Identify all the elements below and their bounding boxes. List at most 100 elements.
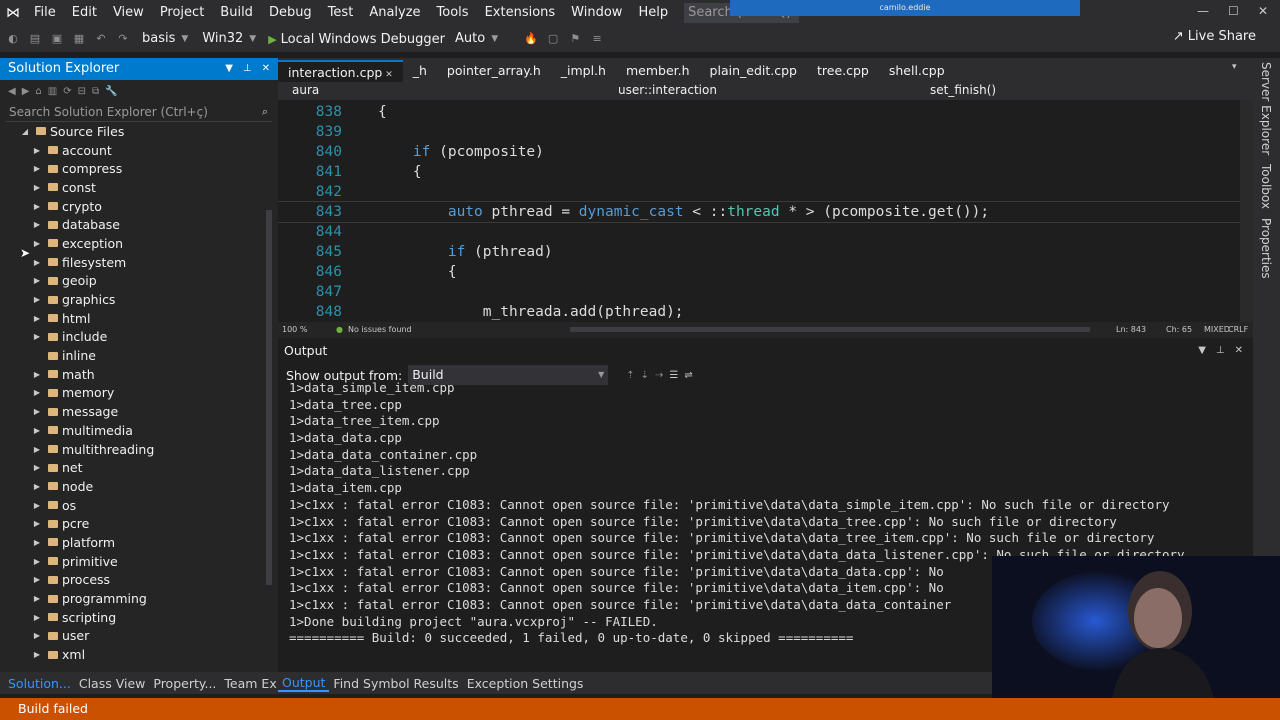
bottom-tab[interactable]: Property... bbox=[149, 676, 220, 691]
nav-member[interactable]: set_finish() bbox=[930, 83, 996, 97]
tree-folder-html[interactable]: ▶ html bbox=[0, 309, 264, 328]
editor-tab[interactable]: pointer_array.h bbox=[437, 60, 551, 82]
tree-folder-include[interactable]: ▶ include bbox=[0, 328, 264, 347]
editor-tab[interactable]: _h bbox=[403, 60, 437, 82]
clear-all-icon[interactable]: ☰ bbox=[669, 370, 678, 381]
menu-item-help[interactable]: Help bbox=[630, 0, 676, 26]
zoom-level[interactable]: 100 % bbox=[282, 325, 307, 334]
collapse-arrow-icon[interactable]: ◢ bbox=[20, 127, 30, 136]
editor-tab[interactable]: tree.cpp bbox=[807, 60, 879, 82]
expand-arrow-icon[interactable]: ▶ bbox=[32, 650, 42, 659]
sync-icon[interactable]: ⟳ bbox=[63, 86, 71, 97]
prev-message-icon[interactable]: ⇣ bbox=[641, 370, 649, 381]
bottom-tab[interactable]: Output bbox=[278, 675, 330, 692]
code-line[interactable]: 840 if (pcomposite) bbox=[278, 142, 1240, 162]
new-item-icon[interactable]: ▤ bbox=[26, 30, 44, 48]
tree-folder-programming[interactable]: ▶ programming bbox=[0, 589, 264, 608]
tree-folder-user[interactable]: ▶ user bbox=[0, 627, 264, 646]
nav-project[interactable]: aura bbox=[292, 83, 319, 97]
bookmark-icon[interactable]: ⚑ bbox=[566, 30, 584, 48]
close-panel-icon[interactable]: ✕ bbox=[1235, 342, 1243, 360]
tree-folder-scripting[interactable]: ▶ scripting bbox=[0, 608, 264, 627]
expand-arrow-icon[interactable]: ▶ bbox=[32, 388, 42, 397]
properties-icon[interactable]: 🔧 bbox=[105, 86, 117, 97]
tree-folder-filesystem[interactable]: ▶ filesystem bbox=[0, 253, 264, 272]
expand-arrow-icon[interactable]: ▶ bbox=[32, 314, 42, 323]
screenshot-icon[interactable]: ▢ bbox=[544, 30, 562, 48]
code-line[interactable]: 843 auto pthread = dynamic_cast < ::thre… bbox=[278, 201, 1240, 223]
platform-select[interactable]: Win32 ▼ bbox=[198, 29, 260, 49]
expand-arrow-icon[interactable]: ▶ bbox=[32, 463, 42, 472]
switch-views-icon[interactable]: ▥ bbox=[48, 86, 57, 97]
menu-item-extensions[interactable]: Extensions bbox=[477, 0, 564, 26]
tree-folder-platform[interactable]: ▶ platform bbox=[0, 533, 264, 552]
pin-icon[interactable]: ⊥ bbox=[1216, 342, 1225, 360]
close-panel-icon[interactable]: ✕ bbox=[262, 58, 270, 80]
expand-arrow-icon[interactable]: ▶ bbox=[32, 519, 42, 528]
maximize-icon[interactable]: ☐ bbox=[1228, 4, 1239, 18]
expand-arrow-icon[interactable]: ▶ bbox=[32, 426, 42, 435]
editor-tab[interactable]: plain_edit.cpp bbox=[700, 60, 807, 82]
collapse-all-icon[interactable]: ⊟ bbox=[78, 86, 86, 97]
show-all-files-icon[interactable]: ⧉ bbox=[92, 86, 99, 97]
menu-item-debug[interactable]: Debug bbox=[261, 0, 320, 26]
expand-arrow-icon[interactable]: ▶ bbox=[32, 258, 42, 267]
menu-item-build[interactable]: Build bbox=[212, 0, 261, 26]
tree-folder-net[interactable]: ▶ net bbox=[0, 458, 264, 477]
bottom-tab[interactable]: Class View bbox=[75, 676, 150, 691]
chevron-down-icon[interactable]: ▼ bbox=[1198, 342, 1206, 360]
tree-root[interactable]: ◢ Source Files bbox=[0, 122, 264, 141]
editor-tab[interactable]: interaction.cpp ✕ bbox=[278, 60, 403, 82]
menu-item-test[interactable]: Test bbox=[320, 0, 362, 26]
tree-folder-node[interactable]: ▶ node bbox=[0, 477, 264, 496]
code-line[interactable]: 848 m_threada.add(pthread); bbox=[278, 302, 1240, 322]
tree-folder-xml[interactable]: ▶ xml bbox=[0, 645, 264, 664]
find-message-icon[interactable]: ⇡ bbox=[626, 370, 634, 381]
undo-icon[interactable]: ↶ bbox=[92, 30, 110, 48]
tree-folder-geoip[interactable]: ▶ geoip bbox=[0, 272, 264, 291]
menu-item-window[interactable]: Window bbox=[563, 0, 630, 26]
expand-arrow-icon[interactable]: ▶ bbox=[32, 146, 42, 155]
tree-folder-database[interactable]: ▶ database bbox=[0, 215, 264, 234]
code-editor[interactable]: 838{839 840 if (pcomposite) 841 {842 843 au… bbox=[278, 100, 1240, 322]
configuration-select[interactable]: basis ▼ bbox=[138, 29, 192, 49]
code-line[interactable]: 838 { bbox=[278, 102, 1240, 122]
menu-item-file[interactable]: File bbox=[26, 0, 64, 26]
code-line[interactable]: 842 bbox=[278, 182, 1240, 202]
minimize-icon[interactable]: — bbox=[1197, 4, 1209, 18]
editor-horizontal-scrollbar[interactable] bbox=[570, 327, 1090, 332]
expand-arrow-icon[interactable]: ▶ bbox=[32, 370, 42, 379]
pin-icon[interactable]: ⊥ bbox=[243, 58, 252, 80]
tree-folder-multithreading[interactable]: ▶ multithreading bbox=[0, 440, 264, 459]
back-icon[interactable]: ◐ bbox=[4, 30, 22, 48]
start-debugging-button[interactable]: ▶ Local Windows Debugger bbox=[268, 32, 445, 47]
tree-folder-inline[interactable]: inline bbox=[0, 346, 264, 365]
redo-icon[interactable]: ↷ bbox=[114, 30, 132, 48]
back-icon[interactable]: ◀ bbox=[8, 86, 16, 97]
menu-item-project[interactable]: Project bbox=[152, 0, 212, 26]
bottom-tab[interactable]: Exception Settings bbox=[463, 676, 588, 691]
code-line[interactable]: 839 bbox=[278, 122, 1240, 142]
expand-arrow-icon[interactable]: ▶ bbox=[32, 575, 42, 584]
home-icon[interactable]: ⌂ bbox=[35, 86, 41, 97]
chevron-down-icon[interactable]: ▼ bbox=[225, 58, 233, 80]
line-ending[interactable]: CRLF bbox=[1228, 325, 1248, 334]
tree-folder-exception[interactable]: ▶ exception bbox=[0, 234, 264, 253]
tree-folder-multimedia[interactable]: ▶ multimedia bbox=[0, 421, 264, 440]
tree-folder-memory[interactable]: ▶ memory bbox=[0, 384, 264, 403]
expand-arrow-icon[interactable]: ▶ bbox=[32, 557, 42, 566]
solution-scrollbar[interactable] bbox=[266, 210, 272, 585]
save-all-icon[interactable]: ▦ bbox=[70, 30, 88, 48]
expand-arrow-icon[interactable]: ▶ bbox=[32, 295, 42, 304]
tree-folder-message[interactable]: ▶ message bbox=[0, 402, 264, 421]
expand-arrow-icon[interactable]: ▶ bbox=[32, 482, 42, 491]
expand-arrow-icon[interactable]: ▶ bbox=[32, 202, 42, 211]
tree-folder-graphics[interactable]: ▶ graphics bbox=[0, 290, 264, 309]
tree-folder-account[interactable]: ▶ account bbox=[0, 141, 264, 160]
live-share-button[interactable]: ↗ Live Share bbox=[1173, 29, 1256, 44]
comment-icon[interactable]: ≡ bbox=[588, 30, 606, 48]
bottom-tab[interactable]: Solution... bbox=[0, 676, 75, 691]
expand-arrow-icon[interactable]: ▶ bbox=[32, 164, 42, 173]
code-line[interactable]: 846 { bbox=[278, 262, 1240, 282]
next-message-icon[interactable]: ⇢ bbox=[655, 370, 663, 381]
